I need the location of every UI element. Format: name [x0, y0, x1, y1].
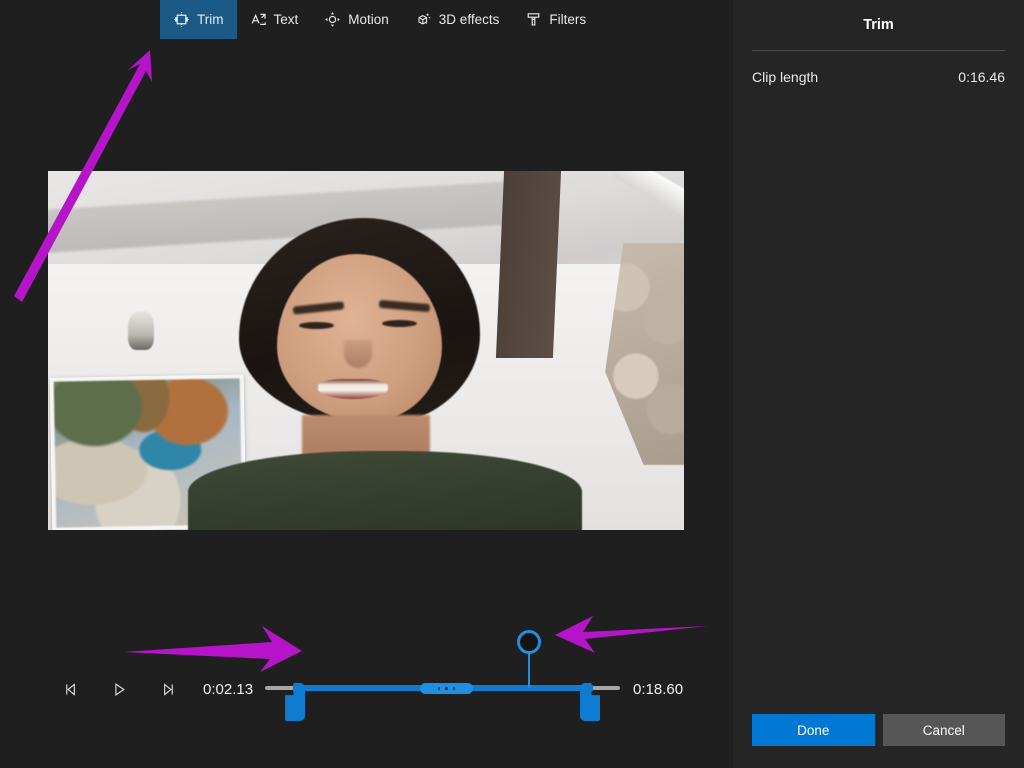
end-time-label: 0:18.60	[633, 680, 684, 698]
clip-length-label: Clip length	[752, 69, 819, 85]
playhead[interactable]	[517, 630, 542, 688]
tab-3d-effects-label: 3D effects	[438, 12, 500, 27]
tab-filters-label: Filters	[549, 12, 587, 27]
next-frame-button[interactable]	[150, 672, 184, 706]
tab-trim[interactable]: Trim	[160, 0, 237, 39]
motion-icon	[324, 11, 341, 28]
cancel-button[interactable]: Cancel	[882, 714, 1005, 746]
tab-motion[interactable]: Motion	[311, 0, 402, 39]
brush-icon	[525, 11, 542, 28]
transport-bar: 0:02.13 0:18.60	[0, 630, 733, 721]
video-frame-image	[48, 171, 684, 530]
grip-dot	[452, 687, 456, 690]
cube-sparkle-icon	[415, 11, 432, 28]
clip-length-value: 0:16.46	[958, 69, 1005, 85]
panel-title: Trim	[863, 17, 894, 33]
effects-toolbar: Trim Text Motion 3D effects Filters	[0, 0, 733, 39]
trim-timeline[interactable]	[265, 630, 621, 721]
editor-area: Trim Text Motion 3D effects Filters 0:02…	[0, 0, 733, 768]
tab-3d-effects[interactable]: 3D effects	[402, 0, 513, 39]
panel-actions: Done Cancel	[733, 714, 1024, 746]
tab-filters[interactable]: Filters	[512, 0, 599, 39]
grip-dot	[437, 687, 441, 690]
text-icon	[250, 11, 267, 28]
done-button[interactable]: Done	[752, 714, 875, 746]
grip-dot	[445, 687, 448, 690]
tab-text-label: Text	[273, 12, 299, 27]
play-button[interactable]	[102, 672, 136, 706]
tab-trim-label: Trim	[197, 12, 224, 27]
previous-frame-button[interactable]	[54, 672, 88, 706]
play-icon	[111, 681, 128, 698]
video-preview[interactable]	[48, 171, 684, 530]
tab-text[interactable]: Text	[237, 0, 312, 39]
trim-panel: Trim Clip length 0:16.46 Done Cancel	[733, 0, 1024, 768]
trim-icon	[173, 11, 190, 28]
video-editor-window: Trim Text Motion 3D effects Filters 0:02…	[0, 0, 1024, 768]
timeline-grip[interactable]	[420, 683, 474, 694]
next-frame-icon	[159, 681, 176, 698]
current-time-label: 0:02.13	[203, 680, 254, 698]
tab-motion-label: Motion	[348, 12, 389, 27]
clip-length-row: Clip length 0:16.46	[733, 51, 1024, 85]
previous-frame-icon	[63, 681, 80, 698]
